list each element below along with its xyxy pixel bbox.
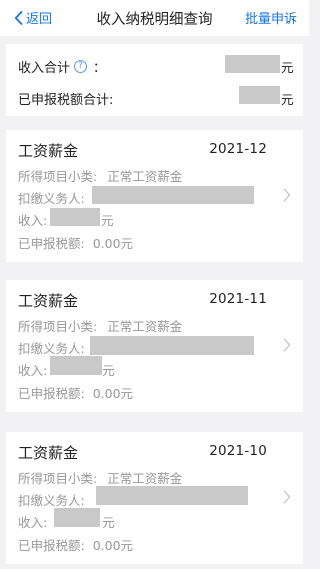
record-title: 工资薪金 <box>18 444 79 462</box>
tax-value: 0.00元 <box>92 538 134 553</box>
category-value: 正常工资薪金 <box>107 169 183 184</box>
list-item[interactable]: 工资薪金 2021-11 所得项目小类: 正常工资薪金 扣缴义务人: 收入: 元… <box>6 280 303 412</box>
withholder-redacted <box>92 186 254 204</box>
question-circle-icon[interactable]: ? <box>74 60 88 73</box>
withholder-redacted <box>96 486 248 505</box>
navigation-bar: 返回 收入纳税明细查询 批量申诉 <box>0 0 309 36</box>
list-item[interactable]: 工资薪金 2021-12 所得项目小类: 正常工资薪金 扣缴义务人: 收入: 元… <box>6 130 303 262</box>
category-line: 所得项目小类: 正常工资薪金 <box>18 166 182 185</box>
tax-total-redacted <box>239 86 280 104</box>
summary-panel: 收入合计 ? ： 元 已申报税额合计: 元 <box>6 44 303 116</box>
tax-total-label: 已申报税额合计: <box>18 93 114 108</box>
income-total-redacted <box>225 55 280 73</box>
tax-label: 已申报税额: <box>18 538 85 553</box>
income-unit: 元 <box>101 213 114 228</box>
record-period: 2021-11 <box>209 291 267 307</box>
income-total-colon: ： <box>93 61 107 76</box>
income-label: 收入: <box>18 515 48 530</box>
tax-line: 已申报税额: 0.00元 <box>18 383 133 402</box>
category-label: 所得项目小类: <box>18 169 98 184</box>
tax-value: 0.00元 <box>92 386 134 401</box>
chevron-right-icon <box>283 490 291 504</box>
category-line: 所得项目小类: 正常工资薪金 <box>18 316 182 335</box>
list-item[interactable]: 工资薪金 2021-10 所得项目小类: 正常工资薪金 扣缴义务人: 收入: 元… <box>6 432 303 564</box>
tax-total-unit: 元 <box>281 92 294 107</box>
withholder-label: 扣缴义务人: <box>18 493 85 508</box>
income-unit: 元 <box>102 515 115 530</box>
income-redacted <box>54 508 100 527</box>
income-label: 收入: <box>18 363 48 378</box>
record-period: 2021-10 <box>209 443 267 459</box>
record-title: 工资薪金 <box>18 292 79 310</box>
record-period: 2021-12 <box>209 141 267 157</box>
tax-line: 已申报税额: 0.00元 <box>18 233 133 252</box>
tax-label: 已申报税额: <box>18 386 85 401</box>
withholder-label: 扣缴义务人: <box>18 341 85 356</box>
category-label: 所得项目小类: <box>18 471 98 486</box>
withholder-label: 扣缴义务人: <box>18 191 85 206</box>
income-redacted <box>50 356 102 375</box>
income-unit: 元 <box>102 363 115 378</box>
tax-label: 已申报税额: <box>18 236 85 251</box>
category-line: 所得项目小类: 正常工资薪金 <box>18 468 182 487</box>
record-title: 工资薪金 <box>18 142 79 160</box>
income-total-label: 收入合计 <box>18 61 71 76</box>
income-redacted <box>50 208 100 226</box>
income-total-unit: 元 <box>281 60 294 75</box>
chevron-right-icon <box>283 188 291 202</box>
tax-value: 0.00元 <box>92 236 134 251</box>
chevron-right-icon <box>283 338 291 352</box>
category-value: 正常工资薪金 <box>107 471 183 486</box>
withholder-redacted <box>90 336 254 355</box>
tax-line: 已申报税额: 0.00元 <box>18 535 133 554</box>
category-label: 所得项目小类: <box>18 319 98 334</box>
category-value: 正常工资薪金 <box>107 319 183 334</box>
income-total-row: 收入合计 ? ： <box>18 57 106 76</box>
income-label: 收入: <box>18 213 48 228</box>
batch-appeal-button[interactable]: 批量申诉 <box>245 8 297 27</box>
